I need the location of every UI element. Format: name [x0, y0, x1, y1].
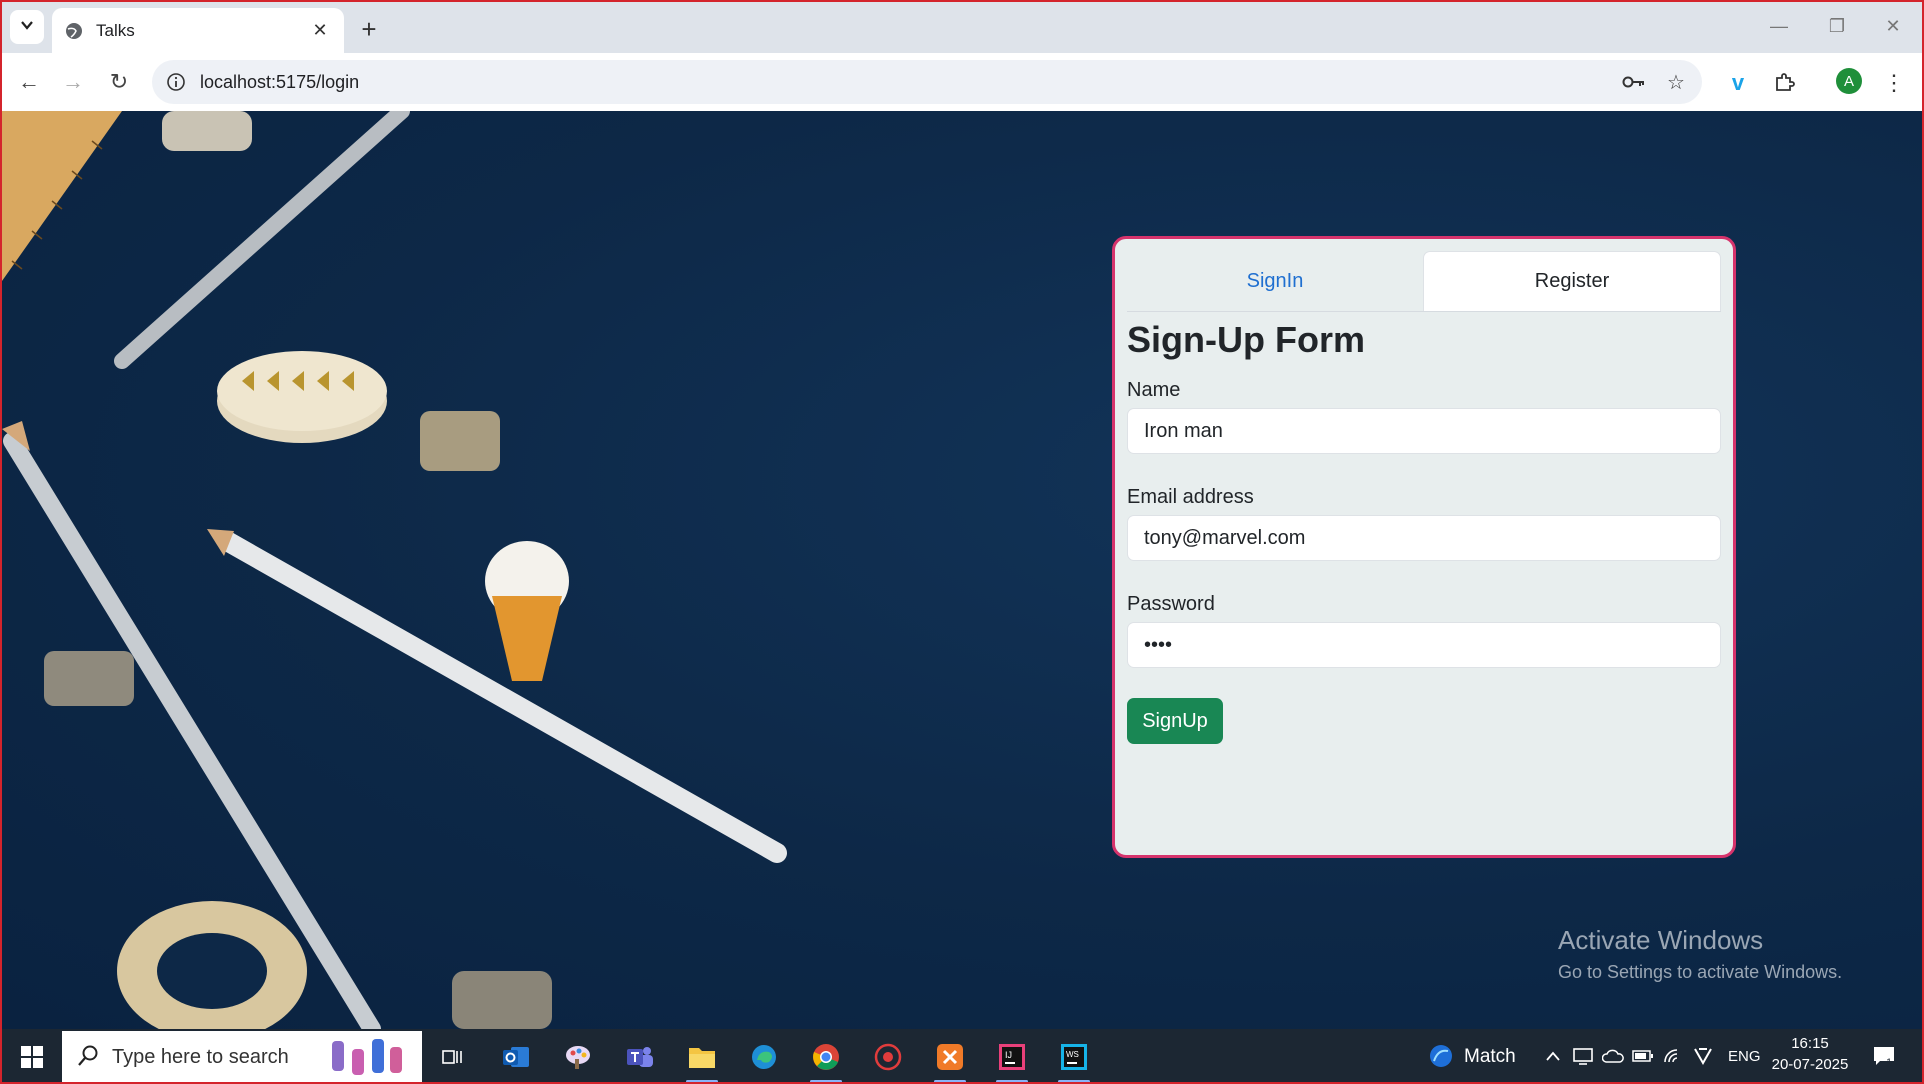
tab-register[interactable]: Register: [1423, 251, 1721, 311]
clock[interactable]: 16:15 20-07-2025: [1770, 1035, 1850, 1073]
restore-button[interactable]: ❐: [1814, 10, 1860, 42]
signup-card: SignIn Register Sign-Up Form Name Email …: [1112, 236, 1736, 858]
search-highlight-art: [332, 1039, 402, 1075]
activate-windows-watermark: Activate Windows Go to Settings to activ…: [1558, 925, 1842, 983]
teams-icon[interactable]: [620, 1037, 660, 1077]
vpn-shield-icon[interactable]: [1692, 1045, 1714, 1067]
browser-toolbar: ← → ↻ localhost:5175/login ☆ v A ⋮: [0, 53, 1924, 112]
close-window-button[interactable]: ✕: [1870, 10, 1916, 42]
weather-label[interactable]: Match: [1464, 1046, 1516, 1068]
windows-taskbar: Type here to search IJ WS Match ENG 16:1…: [0, 1029, 1924, 1084]
watermark-title: Activate Windows: [1558, 925, 1764, 955]
start-button[interactable]: [12, 1041, 52, 1073]
arrow-left-icon: ←: [18, 69, 40, 94]
password-key-icon[interactable]: [1620, 68, 1648, 96]
xampp-icon[interactable]: [930, 1037, 970, 1083]
notification-count: 1: [1886, 1057, 1893, 1069]
url-text: localhost:5175/login: [200, 72, 360, 92]
wifi-icon[interactable]: [1662, 1045, 1684, 1067]
active-indicator: [1058, 1080, 1090, 1083]
globe-icon: [64, 21, 84, 41]
watermark-subtitle: Go to Settings to activate Windows.: [1558, 962, 1843, 982]
chrome-icon[interactable]: [806, 1037, 846, 1083]
form-title: Sign-Up Form: [1127, 319, 1365, 360]
signup-button[interactable]: SignUp: [1127, 698, 1223, 744]
clock-date: 20-07-2025: [1771, 1056, 1849, 1073]
profile-avatar[interactable]: A: [1836, 68, 1862, 94]
screen-recorder-icon[interactable]: [868, 1037, 908, 1077]
email-label: Email address: [1127, 486, 1254, 508]
cricket-weather-icon[interactable]: [1428, 1043, 1454, 1069]
svg-text:WS: WS: [1066, 1050, 1079, 1059]
form-tab-bar: SignIn Register: [1127, 251, 1721, 312]
page-viewport: SignIn Register Sign-Up Form Name Email …: [2, 111, 1922, 1029]
task-view-icon[interactable]: [432, 1037, 472, 1077]
email-input[interactable]: [1127, 515, 1721, 561]
onedrive-icon[interactable]: [1602, 1045, 1624, 1067]
vimeo-extension-icon[interactable]: v: [1722, 67, 1754, 99]
tab-signin[interactable]: SignIn: [1127, 251, 1423, 311]
extensions-puzzle-icon[interactable]: [1768, 67, 1800, 99]
new-tab-button[interactable]: +: [354, 14, 384, 44]
forward-button[interactable]: →: [56, 65, 90, 99]
clock-time: 16:15: [1791, 1035, 1829, 1052]
name-input[interactable]: [1127, 408, 1721, 454]
reload-icon: ↻: [109, 69, 129, 94]
battery-icon[interactable]: [1632, 1045, 1654, 1067]
tab-search-button[interactable]: [10, 10, 44, 44]
chevron-down-icon: [20, 18, 34, 36]
back-button[interactable]: ←: [12, 65, 46, 99]
reload-button[interactable]: ↻: [102, 65, 136, 99]
outlook-icon[interactable]: [496, 1037, 536, 1077]
bookmark-star-icon[interactable]: ☆: [1662, 68, 1690, 96]
active-indicator: [996, 1080, 1028, 1083]
windows-logo-icon: [21, 1046, 43, 1068]
paint-app-icon[interactable]: [558, 1037, 598, 1077]
active-indicator: [810, 1080, 842, 1083]
search-placeholder: Type here to search: [112, 1046, 289, 1068]
password-label: Password: [1127, 593, 1215, 615]
browser-tab[interactable]: Talks ✕: [52, 8, 344, 53]
chevron-up-icon[interactable]: [1542, 1045, 1564, 1067]
language-indicator[interactable]: ENG: [1728, 1048, 1761, 1065]
close-tab-icon[interactable]: ✕: [308, 19, 332, 43]
intellij-icon[interactable]: IJ: [992, 1037, 1032, 1083]
webstorm-icon[interactable]: WS: [1054, 1037, 1094, 1083]
file-explorer-icon[interactable]: [682, 1037, 722, 1083]
arrow-right-icon: →: [62, 69, 84, 94]
taskbar-search-box[interactable]: Type here to search: [62, 1031, 422, 1082]
active-indicator: [686, 1080, 718, 1083]
search-icon: [76, 1044, 100, 1068]
minimize-button[interactable]: —: [1756, 10, 1802, 42]
more-menu-icon[interactable]: ⋮: [1878, 67, 1910, 99]
browser-tabstrip: Talks ✕ + — ❐ ✕: [0, 0, 1924, 53]
desk-background-illustration: [2, 111, 787, 1029]
display-icon[interactable]: [1572, 1045, 1594, 1067]
password-input[interactable]: [1127, 622, 1721, 668]
active-indicator: [934, 1080, 966, 1083]
name-label: Name: [1127, 379, 1181, 401]
edge-icon[interactable]: [744, 1037, 784, 1077]
address-bar[interactable]: localhost:5175/login ☆: [152, 60, 1702, 104]
svg-text:IJ: IJ: [1005, 1050, 1012, 1060]
notification-icon[interactable]: [1870, 1043, 1898, 1069]
tab-title: Talks: [96, 20, 135, 40]
info-icon[interactable]: [164, 70, 188, 94]
